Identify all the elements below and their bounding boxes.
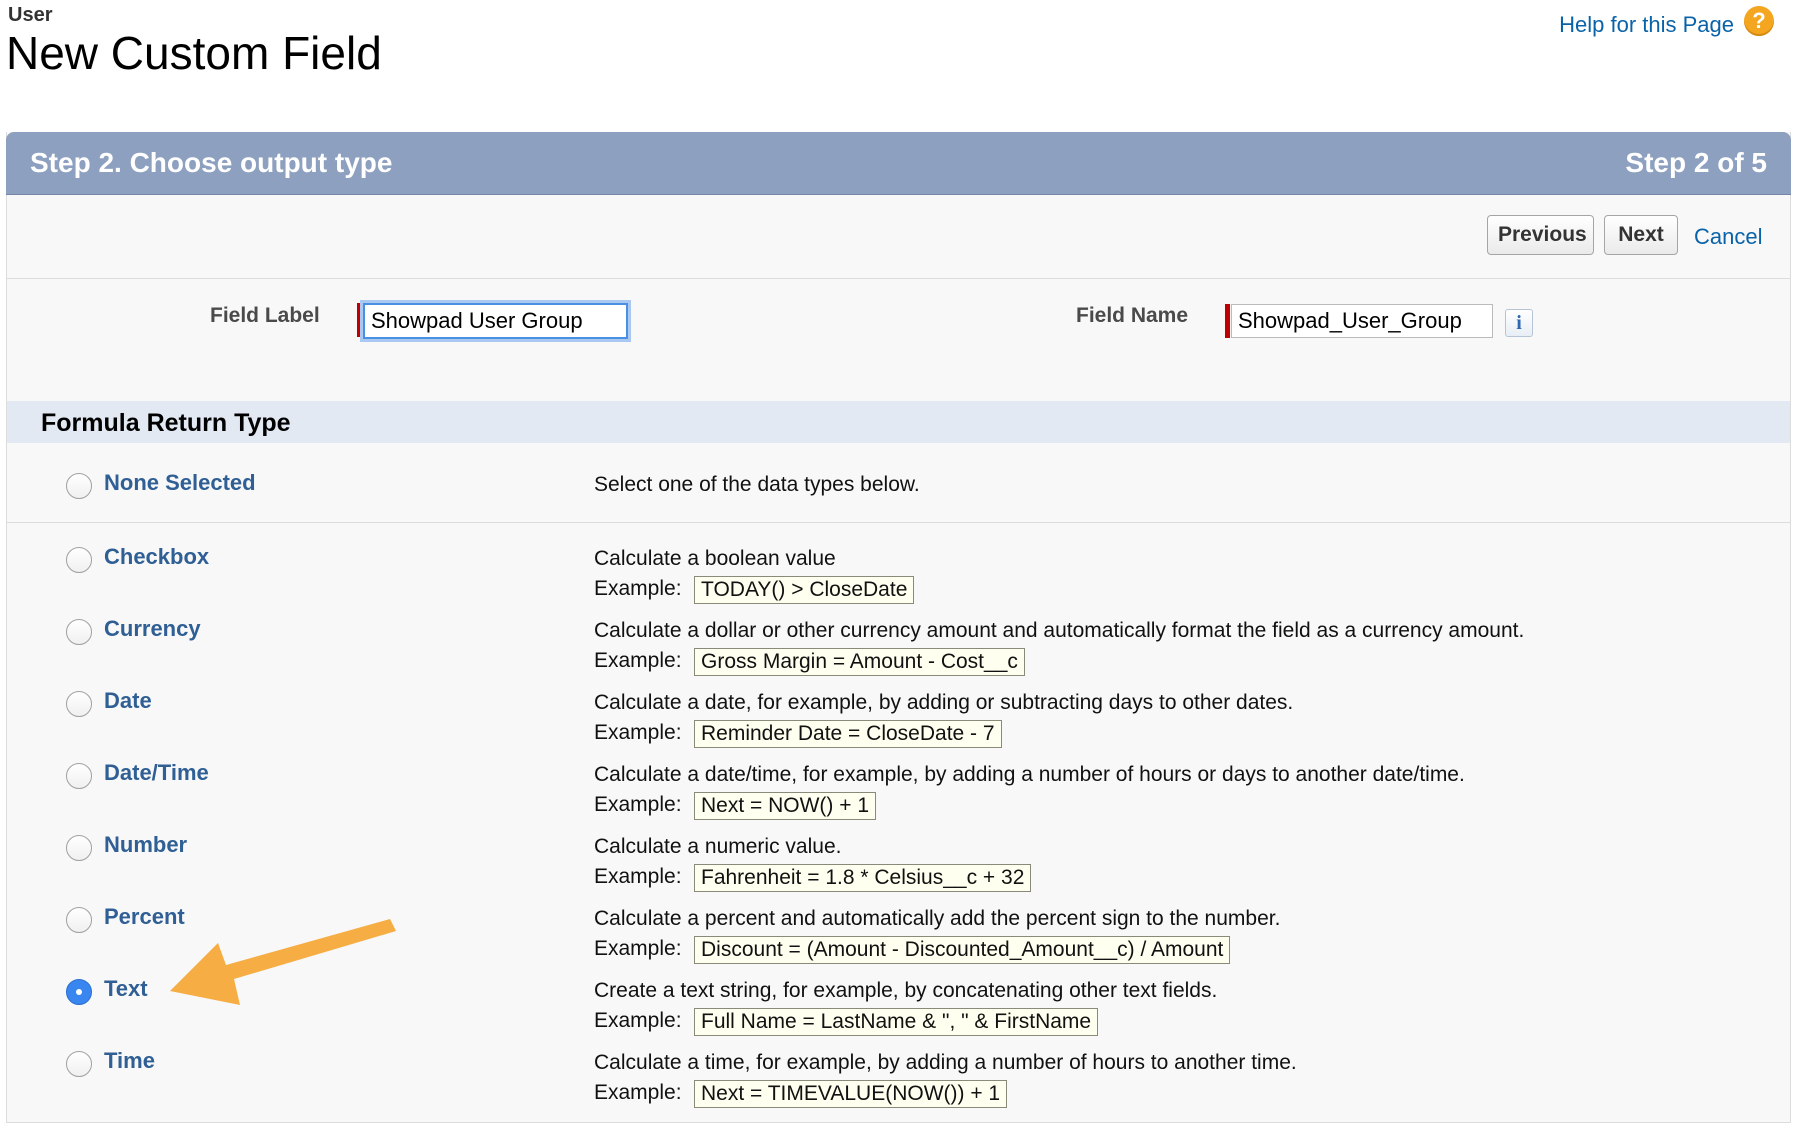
cancel-link[interactable]: Cancel xyxy=(1694,224,1762,250)
type-label-checkbox[interactable]: Checkbox xyxy=(104,544,209,570)
type-description: Calculate a date/time, for example, by a… xyxy=(594,763,1465,786)
type-label-currency[interactable]: Currency xyxy=(104,616,201,642)
radio-checkbox[interactable] xyxy=(66,547,92,573)
step-title: Step 2. Choose output type xyxy=(30,147,393,178)
field-label-input[interactable] xyxy=(363,303,628,339)
example-label: Example: xyxy=(594,649,682,672)
previous-button[interactable]: Previous xyxy=(1487,215,1594,255)
help-link[interactable]: Help for this Page xyxy=(1559,12,1734,38)
section-title: Formula Return Type xyxy=(41,409,291,437)
radio-none-selected[interactable] xyxy=(66,473,92,499)
example-code: Fahrenheit = 1.8 * Celsius__c + 32 xyxy=(694,864,1032,892)
example-code: Next = TIMEVALUE(NOW()) + 1 xyxy=(694,1080,1008,1108)
example-code: TODAY() > CloseDate xyxy=(694,576,915,604)
example-code: Full Name = LastName & ", " & FirstName xyxy=(694,1008,1099,1036)
type-label-date-time[interactable]: Date/Time xyxy=(104,760,209,786)
page-title: New Custom Field xyxy=(6,27,382,79)
radio-time[interactable] xyxy=(66,1051,92,1077)
step-header: Step 2. Choose output type Step 2 of 5 xyxy=(6,132,1791,195)
next-button[interactable]: Next xyxy=(1604,215,1678,255)
type-label-time[interactable]: Time xyxy=(104,1048,155,1074)
type-description: Calculate a time, for example, by adding… xyxy=(594,1051,1297,1074)
field-name-input[interactable] xyxy=(1231,304,1493,338)
object-name: User xyxy=(8,4,53,26)
type-label-date[interactable]: Date xyxy=(104,688,152,714)
type-description: Calculate a date, for example, by adding… xyxy=(594,691,1294,714)
example-code: Reminder Date = CloseDate - 7 xyxy=(694,720,1002,748)
field-label-caption: Field Label xyxy=(210,304,320,327)
step-count: Step 2 of 5 xyxy=(1625,147,1767,178)
type-description: Calculate a numeric value. xyxy=(594,835,842,858)
section-bar: Formula Return Type xyxy=(7,401,1790,443)
required-marker xyxy=(1225,304,1230,338)
question-icon[interactable]: ? xyxy=(1744,6,1774,36)
annotation-arrow-icon xyxy=(170,919,396,1005)
divider xyxy=(7,278,1790,279)
example-label: Example: xyxy=(594,1081,682,1104)
radio-date-time[interactable] xyxy=(66,763,92,789)
required-marker xyxy=(357,303,362,337)
radio-currency[interactable] xyxy=(66,619,92,645)
example-code: Discount = (Amount - Discounted_Amount__… xyxy=(694,936,1231,964)
info-icon[interactable]: i xyxy=(1505,309,1533,337)
example-label: Example: xyxy=(594,577,682,600)
type-label-none-selected[interactable]: None Selected xyxy=(104,470,256,496)
type-label-text[interactable]: Text xyxy=(104,976,148,1002)
type-label-number[interactable]: Number xyxy=(104,832,187,858)
example-label: Example: xyxy=(594,1009,682,1032)
type-description: Calculate a boolean value xyxy=(594,547,836,570)
example-code: Gross Margin = Amount - Cost__c xyxy=(694,648,1025,676)
radio-number[interactable] xyxy=(66,835,92,861)
example-label: Example: xyxy=(594,721,682,744)
radio-text[interactable] xyxy=(66,979,92,1005)
radio-percent[interactable] xyxy=(66,907,92,933)
field-name-caption: Field Name xyxy=(1076,304,1189,327)
type-description: Create a text string, for example, by co… xyxy=(594,979,1218,1002)
type-description: Select one of the data types below. xyxy=(594,473,920,496)
divider xyxy=(7,522,1790,523)
example-label: Example: xyxy=(594,937,682,960)
type-description: Calculate a percent and automatically ad… xyxy=(594,907,1281,930)
example-code: Next = NOW() + 1 xyxy=(694,792,877,820)
example-label: Example: xyxy=(594,793,682,816)
type-description: Calculate a dollar or other currency amo… xyxy=(594,619,1525,642)
radio-date[interactable] xyxy=(66,691,92,717)
example-label: Example: xyxy=(594,865,682,888)
